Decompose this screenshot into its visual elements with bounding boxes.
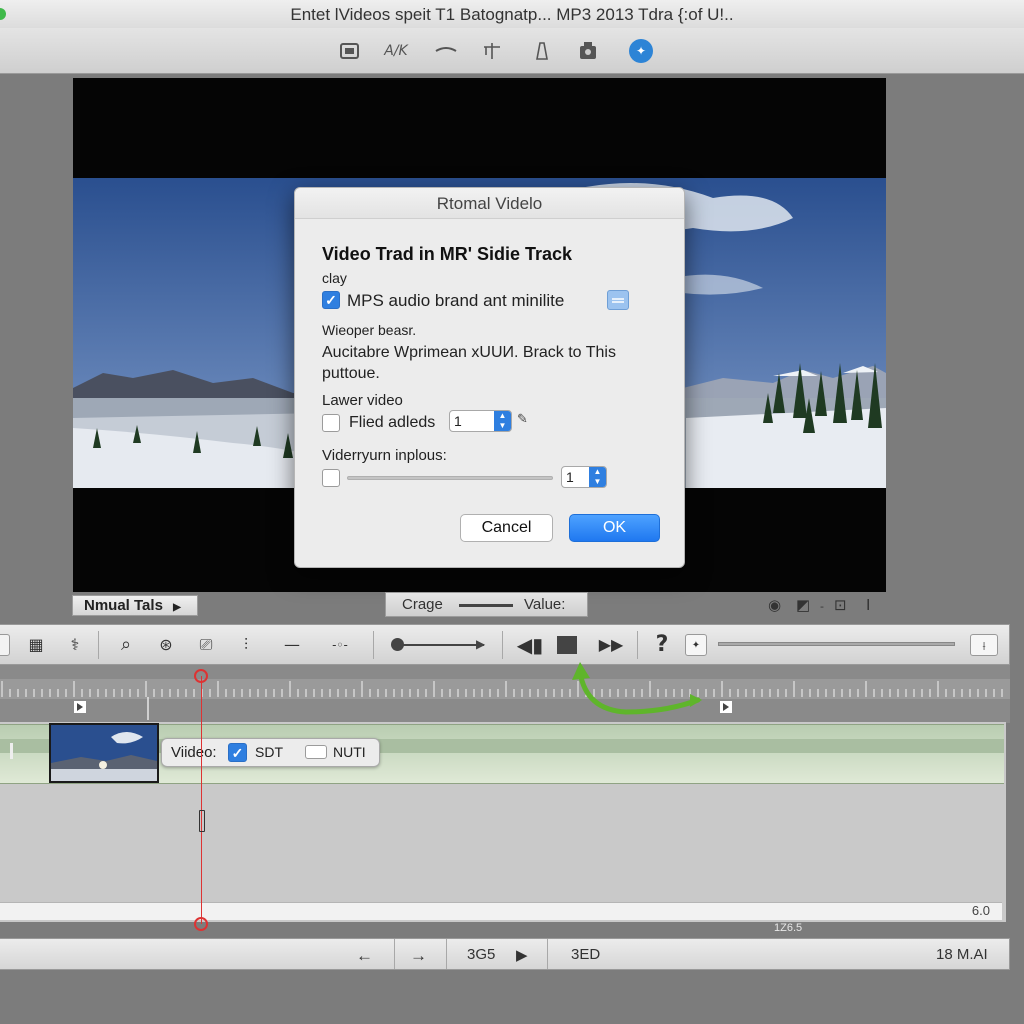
ok-button[interactable]: OK — [569, 514, 660, 542]
playhead-bottom-handle[interactable] — [194, 917, 208, 931]
filed-stepper-value: 1 — [454, 413, 462, 429]
dialog-sub-label: clay — [322, 270, 347, 286]
video-label: Viideo: — [171, 744, 217, 761]
range-stepper[interactable]: 1 ▲ ▼ — [561, 466, 607, 488]
nuti-checkbox[interactable] — [305, 745, 327, 759]
transition-icon[interactable] — [434, 40, 458, 62]
video-clip-thumbnail[interactable] — [49, 723, 159, 783]
export-icon[interactable] — [530, 40, 554, 62]
status-value-b: 3ED — [571, 946, 601, 963]
window-title: Entet lVideos speit T1 Batognatp... MP3 … — [290, 5, 734, 24]
scroll-value: 6.0 — [971, 903, 990, 918]
filed-label: Flied adleds — [349, 414, 436, 431]
stepper-arrows-icon[interactable]: ▲ ▼ — [494, 411, 511, 431]
cancel-button[interactable]: Cancel — [460, 514, 553, 542]
text-icon[interactable]: A/K — [384, 40, 408, 62]
manual-tools-label: Nmual Tals — [84, 597, 163, 614]
forward-arrow-icon[interactable]: → — [410, 946, 427, 966]
text-tool-icon[interactable]: I — [866, 596, 870, 614]
import-icon[interactable] — [338, 40, 362, 62]
filed-checkbox[interactable] — [322, 414, 340, 432]
separator — [98, 631, 99, 659]
playhead[interactable] — [201, 676, 202, 924]
play-icon[interactable]: ▶ — [516, 946, 528, 964]
magic-icon[interactable]: ⚕ — [63, 634, 87, 656]
crage-control[interactable]: Crage Value: — [385, 592, 588, 617]
audio-checkbox[interactable]: ✓ — [322, 291, 340, 309]
separator — [637, 631, 638, 659]
separator — [502, 631, 503, 659]
video-dialog: Rtomal Videlo Video Trad in MR' Sidie Tr… — [294, 187, 685, 568]
back-arrow-icon[interactable]: ← — [356, 946, 373, 966]
camera-icon[interactable] — [577, 40, 601, 62]
separator — [446, 939, 447, 969]
speed-icon[interactable]: ⊛ — [154, 634, 178, 656]
main-toolbar: A/K ✦ — [0, 28, 1024, 74]
edit-cursor-icon — [199, 810, 205, 832]
separator — [547, 939, 548, 969]
previous-icon[interactable]: ◀▮ — [514, 634, 546, 656]
edit-frame-icon[interactable]: ◩ — [796, 596, 810, 614]
marker-tool-icon[interactable]: ⟊ — [970, 634, 998, 656]
range-checkbox[interactable] — [322, 469, 340, 487]
search-icon[interactable]: ⌕ — [114, 634, 138, 656]
crage-label: Crage — [402, 596, 443, 613]
dialog-description: Aucitabre Wprimean хUUИ. Brack to This p… — [322, 344, 616, 382]
timeline-scrubber[interactable] — [718, 642, 955, 646]
timecode-small: 1Z6.5 — [774, 922, 803, 934]
zoom-slider-knob[interactable] — [391, 638, 404, 651]
lower-video-heading: Lawer video — [322, 392, 403, 409]
green-arrow-icon — [566, 660, 706, 722]
pencil-icon[interactable]: ✎ — [517, 412, 528, 427]
zoom-slider[interactable] — [392, 644, 484, 646]
range-stepper-value: 1 — [566, 469, 574, 485]
status-bar: ← → 3G5 ▶ 3ED 18 M.AI — [0, 938, 1010, 970]
play-small-icon: ▶ — [173, 602, 181, 613]
playhead-top-handle[interactable] — [194, 669, 208, 683]
filed-stepper[interactable]: 1 ▲ ▼ — [449, 410, 512, 432]
audio-settings-icon[interactable] — [607, 290, 629, 310]
stop-icon[interactable] — [556, 634, 578, 656]
manual-tools-button[interactable]: Nmual Tals ▶ — [72, 595, 198, 616]
file-size: 18 M.AI — [936, 946, 988, 963]
value-label: Value: — [524, 596, 566, 613]
help-icon[interactable]: ? — [650, 634, 674, 656]
audio-meter-icon[interactable]: ⫶ — [234, 634, 258, 656]
separator — [373, 631, 374, 659]
monitor-icon[interactable]: ⎚ — [194, 634, 218, 656]
timeline-toolbar: ▦ ⚕ ⌕ ⊛ ⎚ ⫶ — -◦- ▶ ◀▮ ▶▶ ? ✦ ⟊ — [0, 624, 1010, 665]
title-bar: Entet lVideos speit T1 Batognatp... MP3 … — [0, 0, 1024, 28]
fast-forward-icon[interactable]: ▶▶ — [597, 634, 625, 656]
share-icon[interactable]: ✦ — [629, 39, 653, 63]
separator — [394, 939, 395, 969]
audio-checkbox-label: MPS audio brand ant minilite — [347, 291, 565, 310]
track-popover: Viideo: ✓ SDT NUTI — [161, 738, 380, 767]
crop-frame-icon[interactable]: ⊡ — [834, 596, 847, 614]
timeline-ruler[interactable] — [0, 665, 1010, 723]
horizontal-scrollbar[interactable]: 6.0 — [0, 902, 1002, 920]
record-icon[interactable]: ◉ — [768, 596, 781, 614]
connect-icon[interactable]: -◦- — [326, 634, 354, 656]
stepper-arrows-icon[interactable]: ▲ ▼ — [589, 467, 606, 487]
crop-icon[interactable] — [480, 40, 504, 62]
sdt-label: SDT — [255, 744, 283, 760]
zoom-arrow-icon: ▶ — [476, 637, 486, 651]
library-icon[interactable]: ▦ — [24, 634, 48, 656]
add-marker-icon[interactable]: ✦ — [685, 634, 707, 656]
section-label: Wieoper beasr. — [322, 322, 417, 338]
dash-icon: - — [820, 600, 824, 613]
dialog-title: Rtomal Videlo — [295, 188, 684, 219]
crage-slider[interactable] — [459, 604, 513, 607]
status-value-a: 3G5 — [467, 946, 496, 963]
sidebar-toggle-icon[interactable] — [0, 634, 10, 656]
dialog-heading: Video Trad in MR' Sidie Track — [322, 244, 573, 264]
nuti-label: NUTI — [333, 744, 366, 760]
range-slider[interactable] — [347, 476, 553, 480]
blade-icon[interactable]: — — [274, 634, 310, 656]
range-heading: Viderryurn inplous: — [322, 447, 447, 464]
sdt-checkbox[interactable]: ✓ — [228, 743, 247, 762]
